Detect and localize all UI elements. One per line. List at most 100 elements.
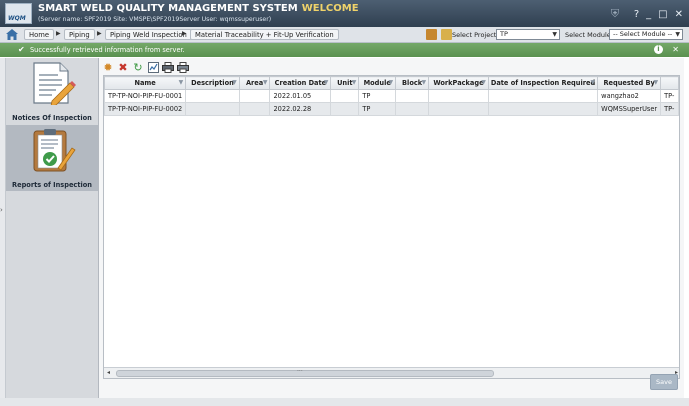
- help-button[interactable]: ?: [634, 9, 639, 20]
- cell-extra[interactable]: TP-: [660, 89, 679, 103]
- cell-module[interactable]: TP: [358, 102, 397, 116]
- cell-description[interactable]: [185, 102, 240, 116]
- scrollbar-thumb[interactable]: ···: [116, 368, 494, 377]
- column-header-creation-date[interactable]: Creation Date ▼: [269, 76, 332, 90]
- cell-area[interactable]: [238, 89, 271, 103]
- breadcrumb-material-traceability[interactable]: Material Traceability + Fit-Up Verificat…: [190, 29, 339, 40]
- cell-name[interactable]: TP-TP-NOI-PIP-FU-0001: [104, 89, 187, 103]
- breadcrumb-piping-weld-inspection[interactable]: Piping Weld Inspection: [105, 29, 192, 40]
- chart-icon[interactable]: [147, 61, 159, 73]
- cell-unit[interactable]: [330, 89, 360, 103]
- column-header-description[interactable]: Description ▼: [185, 76, 240, 90]
- save-button[interactable]: Save: [650, 374, 678, 390]
- table-row[interactable]: TP-TP-NOI-PIP-FU-0002 2022.02.28 TP WQMS…: [104, 102, 679, 116]
- cell-requested-by[interactable]: wangzhao2: [597, 89, 662, 103]
- status-banner: ✔ Successfully retrieved information fro…: [0, 43, 689, 57]
- filter-icon[interactable]: ▼: [352, 79, 357, 86]
- print-icon[interactable]: [162, 61, 174, 73]
- cell-unit[interactable]: [330, 102, 360, 116]
- delete-icon[interactable]: ✖: [117, 61, 129, 74]
- project-icons: [426, 29, 452, 40]
- minimize-button[interactable]: _: [646, 9, 651, 20]
- filter-icon[interactable]: ▼: [389, 79, 394, 86]
- shield-icon: ⛨: [610, 7, 620, 20]
- gear-icon[interactable]: ✹: [102, 61, 114, 74]
- filter-icon[interactable]: ▼: [481, 79, 486, 86]
- cell-workpackage[interactable]: [428, 102, 489, 116]
- column-header-extra[interactable]: [660, 76, 679, 90]
- status-message: Successfully retrieved information from …: [30, 46, 185, 54]
- column-header-unit[interactable]: Unit ▼: [330, 76, 360, 90]
- select-module-label: Select Module:: [565, 31, 613, 39]
- filter-icon[interactable]: ▼: [232, 79, 237, 86]
- lock-icon[interactable]: [426, 29, 437, 40]
- table-header-row: Name ▼ Description ▼ Area ▼ Creation Date ▼ …: [104, 76, 679, 90]
- column-header-date-of-inspection-required[interactable]: Date of Inspection Required ▼: [487, 76, 599, 90]
- column-header-name[interactable]: Name ▼: [104, 76, 187, 90]
- title-bar: WQM SMART WELD QUALITY MANAGEMENT SYSTEM…: [0, 0, 689, 27]
- cell-description[interactable]: [185, 89, 240, 103]
- sidebar: Notices Of Inspection Reports of Inspect…: [6, 58, 99, 398]
- breadcrumb-separator-icon: ▶: [182, 30, 187, 37]
- sidebar-item-notices-of-inspection[interactable]: Notices Of Inspection: [6, 58, 98, 124]
- notice-document-icon: [33, 62, 76, 105]
- window-controls: ⛨ ? _ □ ✕: [611, 8, 683, 20]
- welcome-text: WELCOME: [301, 3, 359, 14]
- close-icon[interactable]: ✕: [672, 45, 679, 54]
- info-icon[interactable]: i: [654, 45, 663, 54]
- table-row[interactable]: TP-TP-NOI-PIP-FU-0001 2022.01.05 TP wang…: [104, 89, 679, 103]
- breadcrumb-home[interactable]: Home: [24, 29, 55, 40]
- select-project-label: Select Project:: [452, 31, 499, 39]
- module-select-value: -- Select Module --: [613, 30, 673, 38]
- chevron-down-icon: ▼: [552, 31, 557, 38]
- print-preview-icon[interactable]: [177, 61, 189, 73]
- horizontal-scrollbar[interactable]: ◂ ··· ▸: [104, 367, 679, 378]
- column-header-module[interactable]: Module ▼: [358, 76, 397, 90]
- user-icon[interactable]: [441, 29, 452, 40]
- filter-icon[interactable]: ▼: [179, 79, 184, 86]
- report-clipboard-check-icon: [33, 129, 76, 172]
- cell-block[interactable]: [395, 89, 430, 103]
- filter-icon[interactable]: ▼: [263, 79, 268, 86]
- cell-module[interactable]: TP: [358, 89, 397, 103]
- grip-icon: ···: [297, 368, 303, 375]
- home-icon[interactable]: [6, 29, 18, 40]
- cell-extra[interactable]: TP-: [660, 102, 679, 116]
- cell-workpackage[interactable]: [428, 89, 489, 103]
- app-title: SMART WELD QUALITY MANAGEMENT SYSTEM WELC…: [38, 3, 359, 14]
- cell-requested-by[interactable]: WQMSSuperUser: [597, 102, 662, 116]
- column-header-workpackage[interactable]: WorkPackage ▼: [428, 76, 489, 90]
- noi-data-grid: Name ▼ Description ▼ Area ▼ Creation Date ▼ …: [103, 75, 680, 379]
- column-header-area[interactable]: Area ▼: [238, 76, 271, 90]
- breadcrumb-piping[interactable]: Piping: [64, 29, 95, 40]
- cell-block[interactable]: [395, 102, 430, 116]
- project-select[interactable]: TP ▼: [496, 29, 560, 40]
- grid-toolbar: ✹ ✖ ↻: [99, 60, 189, 74]
- module-select[interactable]: -- Select Module -- ▼: [609, 29, 683, 40]
- column-header-requested-by[interactable]: Requested By ▼: [597, 76, 662, 90]
- sidebar-item-reports-of-inspection[interactable]: Reports of Inspection: [6, 125, 98, 191]
- scroll-left-icon[interactable]: ◂: [107, 369, 110, 376]
- filter-icon[interactable]: ▼: [653, 79, 658, 86]
- filter-icon[interactable]: ▼: [591, 79, 596, 86]
- app-title-text: SMART WELD QUALITY MANAGEMENT SYSTEM: [38, 3, 298, 14]
- cell-creation-date[interactable]: 2022.01.05: [269, 89, 332, 103]
- restore-button[interactable]: □: [658, 9, 667, 20]
- refresh-icon[interactable]: ↻: [132, 61, 144, 74]
- breadcrumb-separator-icon: ▶: [97, 30, 102, 37]
- server-info: (Server name: SPF2019 Site: VMSPE\SPF201…: [38, 16, 272, 23]
- expand-arrow-icon[interactable]: ›: [0, 206, 3, 214]
- close-button[interactable]: ✕: [675, 9, 683, 20]
- logo-text: WQM: [8, 15, 26, 22]
- cell-date-of-inspection-required[interactable]: [487, 89, 599, 103]
- cell-date-of-inspection-required[interactable]: [487, 102, 599, 116]
- main-content: ✹ ✖ ↻ Name ▼ Description ▼ Area ▼ Creation …: [99, 58, 684, 398]
- filter-icon[interactable]: ▼: [421, 79, 426, 86]
- cell-name[interactable]: TP-TP-NOI-PIP-FU-0002: [104, 102, 187, 116]
- column-header-block[interactable]: Block ▼: [395, 76, 430, 90]
- project-select-value: TP: [500, 30, 508, 38]
- check-icon: ✔: [18, 45, 25, 54]
- filter-icon[interactable]: ▼: [324, 79, 329, 86]
- cell-area[interactable]: [238, 102, 271, 116]
- cell-creation-date[interactable]: 2022.02.28: [269, 102, 332, 116]
